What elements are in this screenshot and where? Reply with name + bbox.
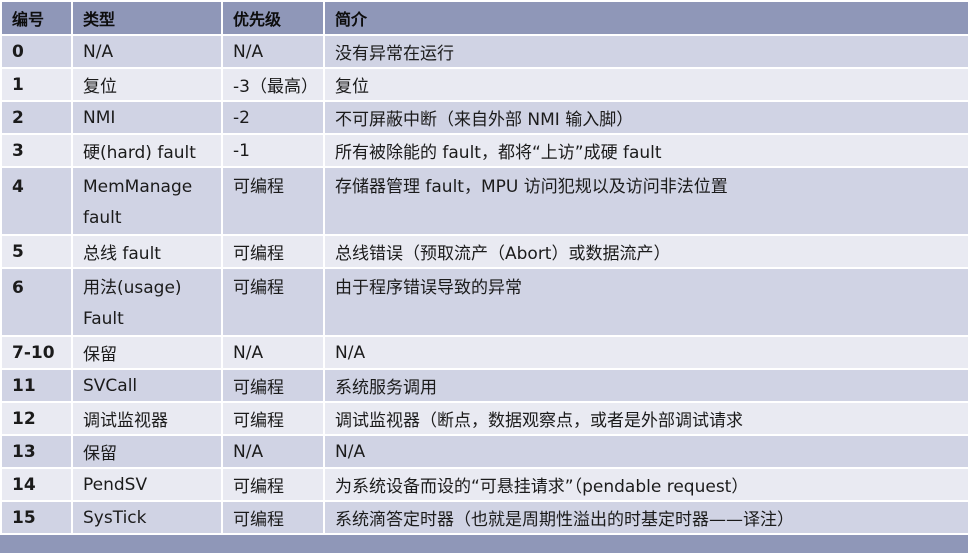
cell-priority-text: 可编程	[233, 278, 284, 298]
table-row: 2 NMI -2 不可屏蔽中断（来自外部 NMI 输入脚）	[0, 100, 968, 135]
header-description: 简介	[323, 0, 968, 36]
cell-type: MemManage fault	[71, 166, 223, 236]
table-row: 13 保留 N/A N/A	[0, 434, 968, 469]
table-row: 15 SysTick 可编程 系统滴答定时器（也就是周期性溢出的时基定时器——译…	[0, 500, 968, 535]
cell-priority: 可编程	[221, 467, 325, 502]
cell-description: 总线错误（预取流产（Abort）或数据流产）	[323, 234, 968, 269]
table-row: 7-10 保留 N/A N/A	[0, 335, 968, 370]
cell-number: 15	[0, 500, 73, 535]
cell-type: SVCall	[71, 368, 223, 403]
cell-number: 0	[0, 34, 73, 69]
cell-priority: 可编程	[221, 401, 325, 436]
cell-number-text: 6	[12, 278, 24, 298]
table-row: 14 PendSV 可编程 为系统设备而设的“可悬挂请求”（pendable r…	[0, 467, 968, 502]
cell-priority: N/A	[221, 335, 325, 370]
cell-priority: 可编程	[221, 368, 325, 403]
cell-description: 没有异常在运行	[323, 34, 968, 69]
table-header-row: 编号 类型 优先级 简介	[0, 0, 968, 36]
cell-priority: 可编程	[221, 166, 325, 236]
cell-description: 由于程序错误导致的异常	[323, 267, 968, 337]
cell-number: 7-10	[0, 335, 73, 370]
cell-number: 4	[0, 166, 73, 236]
cell-priority-text: 可编程	[233, 177, 284, 197]
cell-description: 所有被除能的 fault，都将“上访”成硬 fault	[323, 133, 968, 168]
cell-type: NMI	[71, 100, 223, 135]
header-priority: 优先级	[221, 0, 325, 36]
table-row: 1 复位 -3（最高） 复位	[0, 67, 968, 102]
cell-number: 13	[0, 434, 73, 469]
cell-description: 存储器管理 fault，MPU 访问犯规以及访问非法位置	[323, 166, 968, 236]
cell-type: 总线 fault	[71, 234, 223, 269]
cell-priority: 可编程	[221, 267, 325, 337]
cell-type: 调试监视器	[71, 401, 223, 436]
cell-number: 6	[0, 267, 73, 337]
table-row: 6 用法(usage) Fault 可编程 由于程序错误导致的异常	[0, 267, 968, 337]
cell-type: 保留	[71, 434, 223, 469]
cell-type: N/A	[71, 34, 223, 69]
cell-number: 11	[0, 368, 73, 403]
cell-priority: N/A	[221, 434, 325, 469]
cell-description: 不可屏蔽中断（来自外部 NMI 输入脚）	[323, 100, 968, 135]
cell-number: 12	[0, 401, 73, 436]
cell-number: 5	[0, 234, 73, 269]
cell-description-text: 存储器管理 fault，MPU 访问犯规以及访问非法位置	[335, 177, 728, 197]
cell-number-text: 4	[12, 177, 24, 197]
cell-priority: -3（最高）	[221, 67, 325, 102]
cell-description: 系统滴答定时器（也就是周期性溢出的时基定时器——译注）	[323, 500, 968, 535]
cell-type: SysTick	[71, 500, 223, 535]
cell-type-text: MemManage fault	[83, 177, 193, 228]
cell-priority: N/A	[221, 34, 325, 69]
cell-priority: 可编程	[221, 500, 325, 535]
table-row: 12 调试监视器 可编程 调试监视器（断点，数据观察点，或者是外部调试请求	[0, 401, 968, 436]
cell-description: N/A	[323, 434, 968, 469]
cell-description: 复位	[323, 67, 968, 102]
table-row: 11 SVCall 可编程 系统服务调用	[0, 368, 968, 403]
cell-description: 系统服务调用	[323, 368, 968, 403]
cell-priority: -1	[221, 133, 325, 168]
cell-priority: -2	[221, 100, 325, 135]
cell-description: 为系统设备而设的“可悬挂请求”（pendable request）	[323, 467, 968, 502]
cell-number: 3	[0, 133, 73, 168]
cell-type: 硬(hard) fault	[71, 133, 223, 168]
cell-priority: 可编程	[221, 234, 325, 269]
cell-type: 复位	[71, 67, 223, 102]
cell-description: N/A	[323, 335, 968, 370]
cell-number: 14	[0, 467, 73, 502]
exception-table: 编号 类型 优先级 简介 0 N/A N/A 没有异常在运行 1 复位 -3（最…	[0, 0, 968, 535]
cell-type: PendSV	[71, 467, 223, 502]
cell-type: 保留	[71, 335, 223, 370]
table-row: 4 MemManage fault 可编程 存储器管理 fault，MPU 访问…	[0, 166, 968, 236]
cell-type-text: 用法(usage) Fault	[83, 278, 182, 329]
cell-number: 1	[0, 67, 73, 102]
cell-type: 用法(usage) Fault	[71, 267, 223, 337]
table-row: 3 硬(hard) fault -1 所有被除能的 fault，都将“上访”成硬…	[0, 133, 968, 168]
cell-number: 2	[0, 100, 73, 135]
cell-description: 调试监视器（断点，数据观察点，或者是外部调试请求	[323, 401, 968, 436]
header-type: 类型	[71, 0, 223, 36]
table-row: 5 总线 fault 可编程 总线错误（预取流产（Abort）或数据流产）	[0, 234, 968, 269]
header-number: 编号	[0, 0, 73, 36]
table-row: 0 N/A N/A 没有异常在运行	[0, 34, 968, 69]
cell-description-text: 由于程序错误导致的异常	[335, 278, 522, 298]
